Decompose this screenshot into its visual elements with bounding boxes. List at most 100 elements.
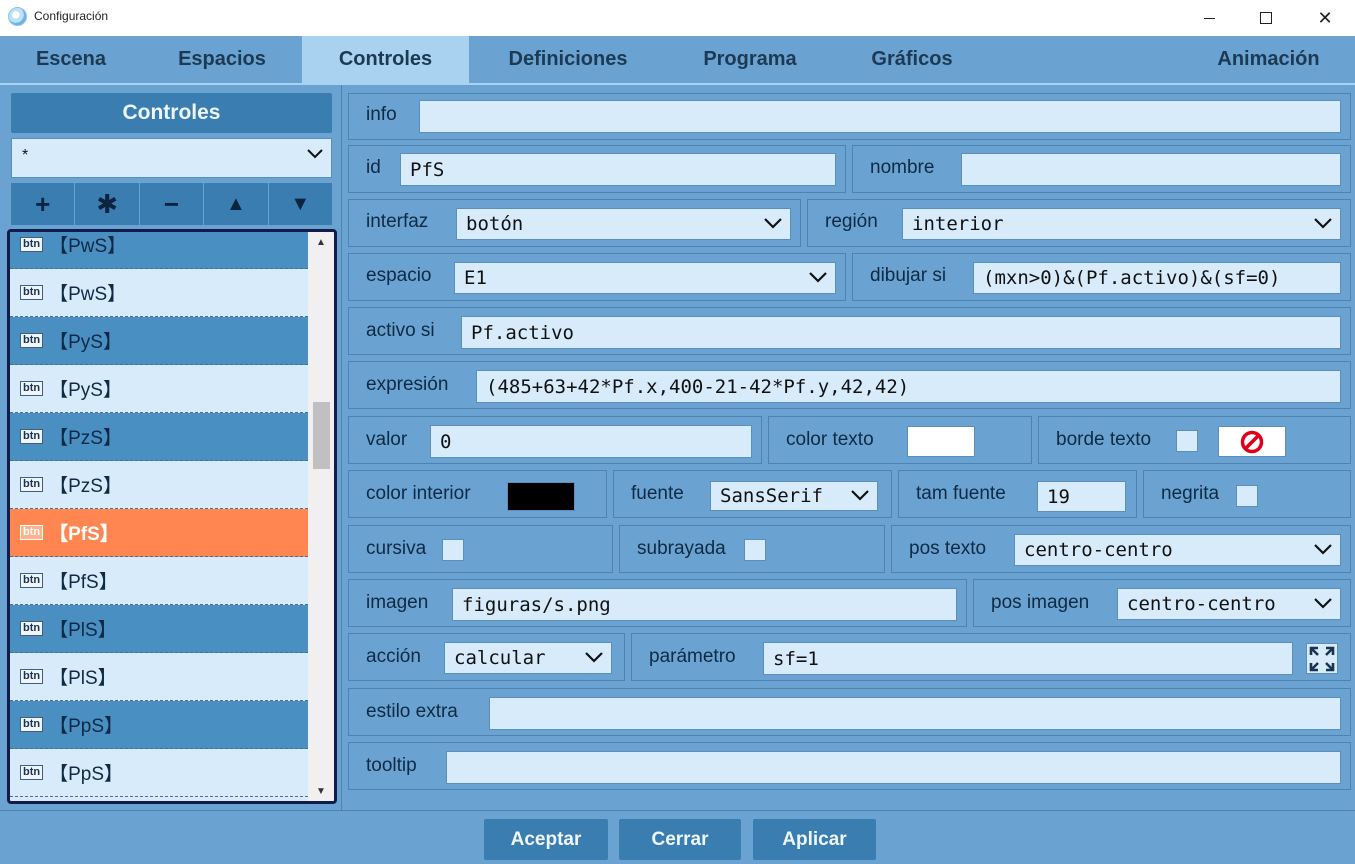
id-row: id PfS [348,145,846,193]
apply-button[interactable]: Aplicar [753,819,876,860]
list-item-label: 【PlS】 [49,668,117,689]
tab-programa[interactable]: Programa [667,36,833,83]
pos-imagen-row: pos imagen centro-centro [973,579,1351,627]
scroll-down-icon[interactable]: ▼ [308,781,334,801]
button-type-icon: btn [20,333,44,348]
chevron-down-icon [307,149,323,159]
dialog-footer: Aceptar Cerrar Aplicar [0,810,1355,864]
add-icon: + [35,188,51,219]
maximize-button[interactable] [1243,0,1289,36]
list-item[interactable]: btn 【PlS】 [10,653,308,701]
subrayada-checkbox[interactable] [744,539,766,561]
no-color-icon [1240,430,1264,453]
negrita-checkbox[interactable] [1236,485,1258,507]
expand-editor-button[interactable] [1306,643,1338,674]
pos-texto-label: pos texto [909,538,987,559]
id-input[interactable]: PfS [400,153,836,186]
move-up-button[interactable]: ▲ [204,183,268,225]
list-item[interactable]: btn 【PwS】 [10,269,308,317]
add-control-button[interactable]: + [11,183,75,225]
list-item-label: 【PfS】 [49,572,118,593]
valor-row: valor 0 [348,416,762,464]
color-interior-swatch[interactable] [507,482,575,511]
fuente-select[interactable]: SansSerif [710,481,878,511]
controls-toolbar: + ✱ − ▲ ▼ [11,183,333,225]
list-item[interactable]: btn 【PzS】 [10,413,308,461]
tooltip-input[interactable] [446,751,1341,784]
region-select[interactable]: interior [902,208,1341,240]
interfaz-label: interfaz [366,211,429,232]
info-input[interactable] [419,100,1341,133]
close-icon: ✕ [1317,7,1333,28]
close-button[interactable]: ✕ [1302,0,1348,36]
close-dialog-button[interactable]: Cerrar [619,819,741,860]
pos-imagen-select[interactable]: centro-centro [1117,588,1341,620]
expresion-input[interactable]: (485+63+42*Pf.x,400-21-42*Pf.y,42,42) [476,370,1341,403]
tab-escena[interactable]: Escena [0,36,142,83]
espacio-select[interactable]: E1 [454,262,836,294]
button-type-icon: btn [20,525,44,540]
controls-filter-select[interactable]: * [11,138,332,178]
list-item[interactable]: btn 【PfS】 [10,557,308,605]
button-type-icon: btn [20,429,44,444]
valor-input[interactable]: 0 [430,425,752,458]
borde-color-swatch[interactable] [1218,426,1286,457]
minimize-button[interactable] [1186,0,1232,36]
activo-si-row: activo si Pf.activo [348,307,1351,355]
move-down-button[interactable]: ▼ [268,183,333,225]
color-texto-swatch[interactable] [907,426,975,457]
remove-control-button[interactable]: − [139,183,204,225]
negrita-row: negrita [1143,470,1351,518]
asterisk-icon: ✱ [96,188,118,219]
expresion-row: expresión (485+63+42*Pf.x,400-21-42*Pf.y… [348,361,1351,409]
parametro-row: parámetro sf=1 [631,633,1351,681]
tab-graficos[interactable]: Gráficos [833,36,991,83]
region-value: interior [912,213,1004,235]
list-item-label: 【PwS】 [49,236,127,257]
activo-si-input[interactable]: Pf.activo [461,316,1341,349]
color-interior-row: color interior [348,470,607,518]
imagen-input[interactable]: figuras/s.png [452,588,957,621]
espacio-row: espacio E1 [348,253,846,301]
controls-sidebar: Controles * + ✱ − ▲ ▼ btn 【PwS】 btn 【PwS】 … [0,85,342,810]
button-type-icon: btn [20,285,44,300]
list-item[interactable]: btn 【PlS】 [10,605,308,653]
accion-select[interactable]: calcular [444,642,612,674]
list-scrollbar[interactable]: ▲ ▼ [308,232,334,801]
interfaz-select[interactable]: botón [456,208,791,240]
borde-texto-label: borde texto [1056,429,1152,450]
expresion-label: expresión [366,374,449,395]
control-properties-form: info id PfS nombre interfaz botón región… [343,85,1355,810]
chevron-down-icon [764,218,782,229]
scroll-thumb[interactable] [313,402,330,469]
tab-espacios[interactable]: Espacios [142,36,302,83]
list-item[interactable]: btn 【PwS】 [10,232,308,269]
imagen-row: imagen figuras/s.png [348,579,967,627]
nombre-input[interactable] [961,153,1341,186]
negrita-label: negrita [1161,483,1220,504]
tab-animacion[interactable]: Animación [1182,36,1355,83]
parametro-input[interactable]: sf=1 [763,642,1293,675]
accept-button[interactable]: Aceptar [484,819,608,860]
list-item[interactable]: btn 【PpS】 [10,701,308,749]
controls-list[interactable]: btn 【PwS】 btn 【PwS】 btn 【PyS】 btn 【PyS】 btn 【… [7,229,337,804]
parametro-label: parámetro [649,646,736,667]
borde-texto-checkbox[interactable] [1176,430,1198,452]
list-item[interactable]: btn 【PpS】 [10,749,308,797]
tab-controles[interactable]: Controles [302,36,469,83]
tooltip-label: tooltip [366,755,417,776]
list-item-selected[interactable]: btn 【PfS】 [10,509,308,557]
cursiva-checkbox[interactable] [442,539,464,561]
list-item[interactable]: btn 【PzS】 [10,461,308,509]
dibujar-si-row: dibujar si (mxn>0)&(Pf.activo)&(sf=0) [852,253,1351,301]
tam-fuente-input[interactable]: 19 [1037,481,1126,512]
duplicate-control-button[interactable]: ✱ [75,183,139,225]
tab-definiciones[interactable]: Definiciones [469,36,667,83]
list-item[interactable]: btn 【PyS】 [10,317,308,365]
dibujar-si-input[interactable]: (mxn>0)&(Pf.activo)&(sf=0) [973,262,1341,294]
list-item[interactable]: btn 【PyS】 [10,365,308,413]
pos-texto-select[interactable]: centro-centro [1014,534,1341,566]
chevron-down-icon [585,652,603,663]
scroll-up-icon[interactable]: ▲ [308,232,334,252]
estilo-extra-input[interactable] [489,697,1341,730]
